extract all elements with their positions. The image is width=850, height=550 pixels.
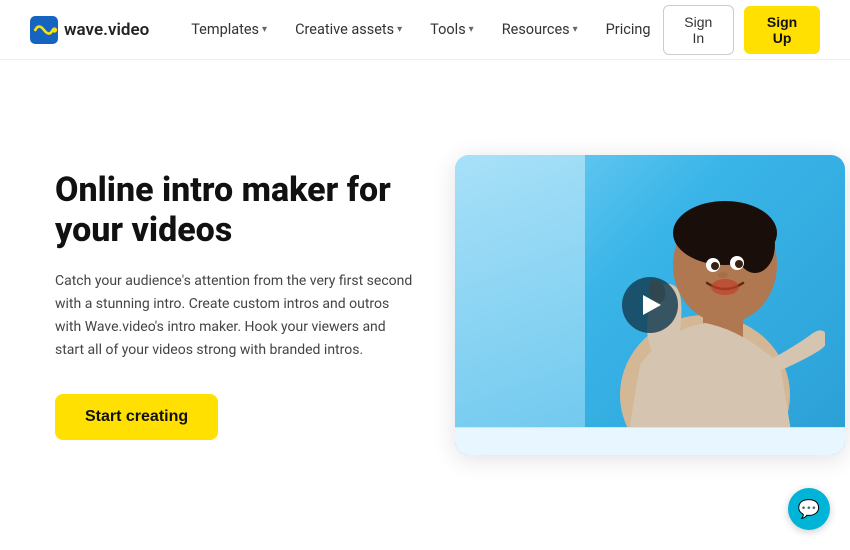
video-background [455,155,845,455]
chevron-down-icon: ▾ [397,24,402,35]
hero-video [455,155,845,455]
chevron-down-icon: ▾ [573,24,578,35]
chat-icon: 💬 [798,499,820,520]
video-bottom-bar [455,427,845,455]
nav-links: Templates ▾ Creative assets ▾ Tools ▾ Re… [179,13,662,46]
nav-item-creative-assets[interactable]: Creative assets ▾ [283,13,414,46]
nav-item-resources[interactable]: Resources ▾ [490,13,590,46]
navbar: wave.video Templates ▾ Creative assets ▾… [0,0,850,60]
play-icon [643,295,661,315]
hero-description: Catch your audience's attention from the… [55,270,415,362]
person-figure [585,165,825,455]
nav-item-pricing[interactable]: Pricing [594,13,663,46]
start-creating-button[interactable]: Start creating [55,394,218,440]
video-preview [455,155,845,455]
chevron-down-icon: ▾ [469,24,474,35]
hero-section: Online intro maker for your videos Catch… [0,60,850,550]
logo-text: wave.video [64,20,149,40]
signup-button[interactable]: Sign Up [744,6,820,54]
logo[interactable]: wave.video [30,16,149,44]
logo-icon [30,16,58,44]
hero-title: Online intro maker for your videos [55,170,415,250]
nav-item-tools[interactable]: Tools ▾ [418,13,486,46]
chevron-down-icon: ▾ [262,24,267,35]
video-left-panel [455,155,585,455]
hero-text: Online intro maker for your videos Catch… [55,170,415,441]
nav-item-templates[interactable]: Templates ▾ [179,13,279,46]
play-button[interactable] [622,277,678,333]
nav-auth: Sign In Sign Up [663,5,820,55]
chat-button[interactable]: 💬 [788,488,830,530]
signin-button[interactable]: Sign In [663,5,735,55]
